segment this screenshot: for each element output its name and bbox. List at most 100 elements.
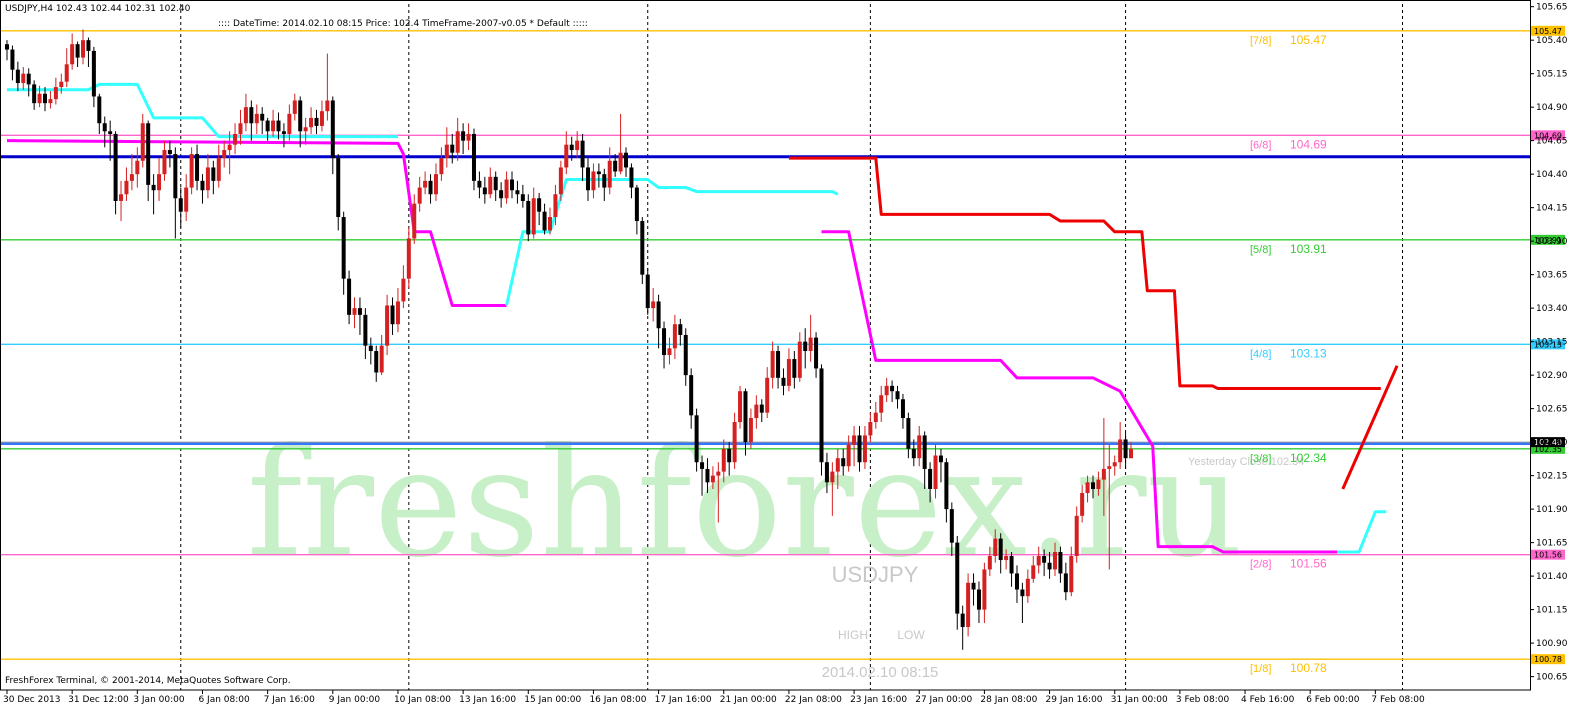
candle-body (862, 435, 867, 463)
watermark-datetime: 2014.02.10 08:15 (822, 664, 939, 681)
candle-body (292, 100, 297, 114)
candle-body (5, 44, 9, 50)
candle-body (428, 180, 433, 195)
candle-body (385, 305, 390, 346)
candle-body (624, 152, 629, 168)
candle-body (586, 167, 591, 191)
candle-body (222, 150, 227, 159)
watermark-high-label: HIGH (838, 628, 868, 642)
candle-body (906, 418, 911, 449)
time-tick-label: 7 Feb 08:00 (1371, 695, 1425, 705)
candle-body (727, 448, 732, 463)
candle-body (797, 341, 802, 378)
candle-body (48, 99, 53, 104)
candle-body (1004, 556, 1009, 561)
candle-body (238, 123, 243, 134)
candle-body (108, 131, 113, 134)
candle-body (86, 40, 91, 51)
candle-body (1101, 468, 1106, 480)
candle-body (732, 422, 737, 463)
price-tick-label: 103.65 (1536, 271, 1568, 281)
candle-body (417, 187, 422, 204)
candle-body (151, 184, 156, 191)
time-tick-label: 21 Jan 00:00 (720, 695, 777, 705)
murrey-level-tag-text: 100.78 (1534, 655, 1562, 664)
candle-body (580, 140, 585, 168)
candle-body (645, 274, 650, 309)
price-tick-label: 102.15 (1536, 472, 1568, 482)
murrey-level-label: [2/8] (1250, 559, 1271, 571)
candle-body (1036, 556, 1041, 566)
candle-body (1031, 565, 1036, 579)
candle-body (178, 198, 183, 212)
candle-body (879, 395, 884, 413)
candle-body (678, 324, 683, 335)
price-tick-label: 103.40 (1536, 304, 1568, 314)
candle-body (808, 337, 813, 352)
candle-body (70, 44, 75, 65)
candle-body (841, 458, 846, 467)
candle-body (656, 301, 661, 329)
candle-body (569, 144, 574, 151)
candle-body (1123, 439, 1128, 459)
candle-body (1118, 439, 1123, 463)
candle-body (819, 368, 824, 463)
candle-body (357, 308, 362, 315)
candle-body (390, 305, 395, 325)
price-chart[interactable]: freshforex.ru USDJPY HIGH LOW 2014.02.10… (0, 0, 1596, 720)
price-tick-label: 104.40 (1536, 170, 1568, 180)
candle-body (710, 475, 715, 483)
candle-body (200, 180, 205, 191)
candle-body (319, 111, 324, 126)
candle-body (520, 194, 525, 201)
time-tick-label: 3 Feb 08:00 (1176, 695, 1230, 705)
candle-body (1096, 479, 1101, 490)
candle-body (781, 377, 786, 386)
murrey-level-value: 105.47 (1290, 33, 1327, 47)
murrey-level-value: 104.69 (1290, 137, 1327, 151)
watermark-symbol: USDJPY (832, 562, 919, 587)
candle-body (694, 415, 699, 463)
candle-body (960, 613, 965, 628)
candle-body (243, 107, 248, 124)
candle-body (634, 187, 639, 222)
candle-body (10, 49, 15, 70)
candle-body (1052, 551, 1057, 570)
candle-body (1112, 462, 1117, 467)
candle-body (721, 448, 726, 472)
price-tick-label: 105.15 (1536, 70, 1568, 80)
candle-body (716, 471, 721, 476)
time-tick-label: 13 Jan 16:00 (459, 695, 516, 705)
candle-body (640, 221, 645, 275)
time-tick-label: 30 Dec 2013 (3, 695, 61, 705)
murrey-level-label: [3/8] (1250, 453, 1271, 465)
time-tick-label: 6 Feb 00:00 (1306, 695, 1360, 705)
candle-body (770, 351, 775, 378)
candle-body (471, 133, 476, 181)
candle-body (271, 120, 276, 132)
candle-body (748, 418, 753, 443)
price-tick-label: 105.65 (1536, 3, 1568, 13)
price-tick-label: 102.65 (1536, 405, 1568, 415)
candle-body (966, 582, 971, 628)
murrey-level-label: [6/8] (1250, 139, 1271, 151)
candle-body (102, 123, 107, 132)
candle-body (846, 444, 851, 467)
candle-body (276, 120, 281, 132)
candle-body (944, 462, 949, 510)
candle-body (987, 556, 992, 570)
murrey-level-value: 100.78 (1290, 661, 1327, 675)
candle-body (477, 180, 482, 188)
candle-body (330, 100, 335, 159)
murrey-level-value: 103.13 (1290, 346, 1327, 360)
murrey-level-tag-text: 105.47 (1534, 27, 1562, 36)
candle-body (1080, 493, 1085, 516)
candle-body (26, 73, 31, 85)
candle-body (113, 133, 118, 201)
candle-body (683, 334, 688, 376)
candle-body (1025, 578, 1030, 597)
price-tick-label: 104.90 (1536, 103, 1568, 113)
candle-body (553, 194, 558, 218)
murrey-level-value: 101.56 (1290, 557, 1327, 571)
candle-body (564, 144, 569, 168)
